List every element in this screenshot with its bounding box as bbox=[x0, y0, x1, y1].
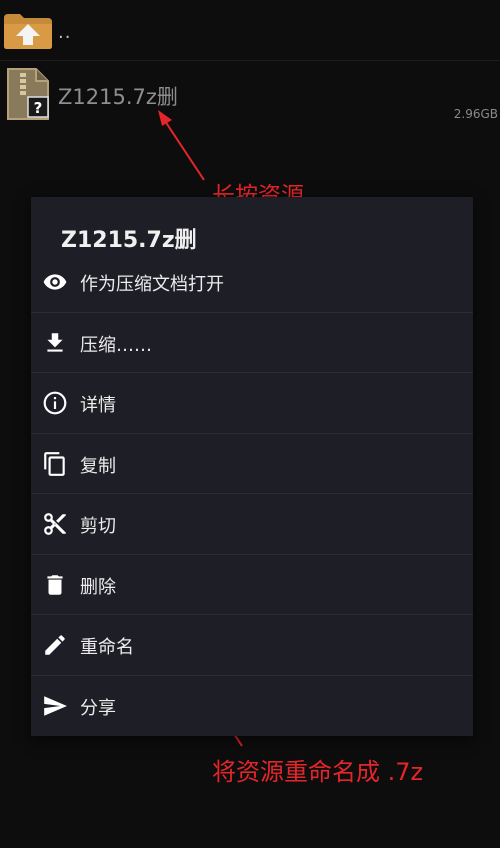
menu-item-label: 复制 bbox=[80, 455, 116, 477]
menu-item-open-as-archive[interactable]: 作为压缩文档打开 bbox=[31, 252, 473, 313]
trash-icon bbox=[47, 574, 63, 595]
menu-item-label: 分享 bbox=[80, 697, 116, 719]
menu-item-label: 剪切 bbox=[80, 516, 116, 537]
menu-item-label: 压缩…… bbox=[80, 334, 152, 356]
menu-item-compress[interactable]: 压缩…… bbox=[31, 313, 473, 373]
eye-icon bbox=[43, 274, 67, 290]
context-menu-list: 作为压缩文档打开 压缩…… 详情 复制 剪切 删除 重命名 分享 bbox=[31, 252, 473, 736]
file-manager-screen: .. ? Z1215.7z删 2.96GB 长按资源 将资源重命名成 .7z Z… bbox=[0, 0, 500, 848]
parent-directory-label: .. bbox=[58, 22, 72, 43]
scissors-icon bbox=[44, 513, 66, 535]
folder-up-icon bbox=[4, 14, 52, 49]
unknown-archive-file-icon: ? bbox=[7, 68, 49, 120]
menu-item-rename[interactable]: 重命名 bbox=[31, 615, 473, 676]
context-menu-title: Z1215.7z删 bbox=[61, 228, 197, 253]
menu-item-label: 重命名 bbox=[80, 637, 134, 658]
menu-item-label: 作为压缩文档打开 bbox=[80, 274, 224, 295]
context-menu: Z1215.7z删 作为压缩文档打开 压缩…… 详情 复制 剪切 删除 重命名 … bbox=[31, 197, 473, 736]
copy-icon bbox=[44, 451, 65, 476]
menu-item-cut[interactable]: 剪切 bbox=[31, 494, 473, 555]
menu-item-copy[interactable]: 复制 bbox=[31, 434, 473, 494]
file-size: 2.96GB bbox=[453, 107, 498, 121]
menu-item-label: 删除 bbox=[80, 576, 116, 598]
send-icon bbox=[44, 695, 67, 716]
menu-item-label: 详情 bbox=[80, 395, 116, 416]
download-icon bbox=[47, 332, 63, 352]
pencil-icon bbox=[45, 635, 65, 655]
file-name: Z1215.7z删 bbox=[58, 85, 178, 109]
file-row[interactable]: ? Z1215.7z删 2.96GB bbox=[0, 61, 500, 127]
menu-item-details[interactable]: 详情 bbox=[31, 373, 473, 434]
info-icon bbox=[43, 391, 67, 415]
rename-annotation: 将资源重命名成 .7z bbox=[212, 758, 424, 786]
svg-text:?: ? bbox=[34, 99, 43, 117]
menu-item-share[interactable]: 分享 bbox=[31, 676, 473, 737]
parent-directory-row[interactable]: .. bbox=[0, 0, 500, 61]
long-press-arrow bbox=[162, 117, 205, 181]
menu-item-delete[interactable]: 删除 bbox=[31, 555, 473, 615]
